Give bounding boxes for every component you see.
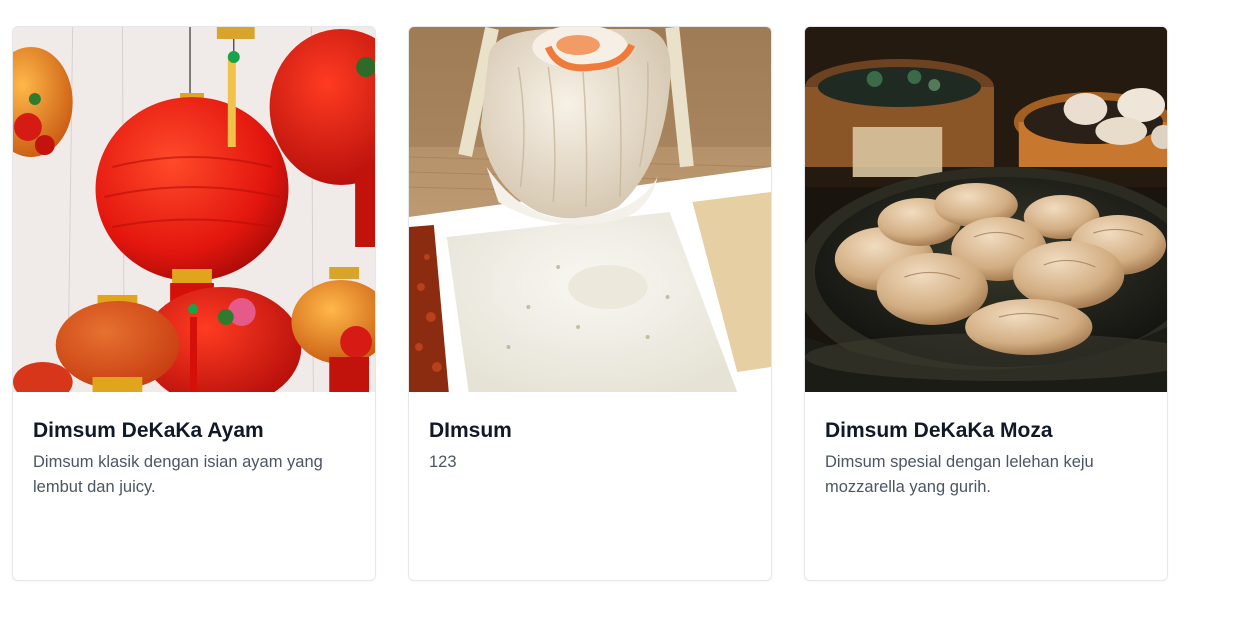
dumpling-dip-photo[interactable]: [409, 27, 771, 392]
product-title[interactable]: Dimsum DeKaKa Ayam: [33, 418, 355, 444]
red-lanterns-photo[interactable]: [13, 27, 375, 392]
product-card[interactable]: Dimsum DeKaKa Ayam Dimsum klasik dengan …: [12, 26, 376, 581]
card-body: Dimsum DeKaKa Moza Dimsum spesial dengan…: [805, 392, 1167, 520]
product-description: 123: [429, 453, 457, 471]
product-title[interactable]: Dimsum DeKaKa Moza: [825, 418, 1147, 444]
card-body: Dimsum DeKaKa Ayam Dimsum klasik dengan …: [13, 392, 375, 520]
card-body: DImsum 123: [409, 392, 771, 495]
product-description: Dimsum spesial dengan lelehan keju mozza…: [825, 453, 1094, 496]
product-title[interactable]: DImsum: [429, 418, 751, 444]
product-card[interactable]: DImsum 123: [408, 26, 772, 581]
product-description: Dimsum klasik dengan isian ayam yang lem…: [33, 453, 323, 496]
product-card[interactable]: Dimsum DeKaKa Moza Dimsum spesial dengan…: [804, 26, 1168, 581]
steamer-dumplings-photo[interactable]: [805, 27, 1167, 392]
product-grid: Dimsum DeKaKa Ayam Dimsum klasik dengan …: [12, 26, 1168, 581]
